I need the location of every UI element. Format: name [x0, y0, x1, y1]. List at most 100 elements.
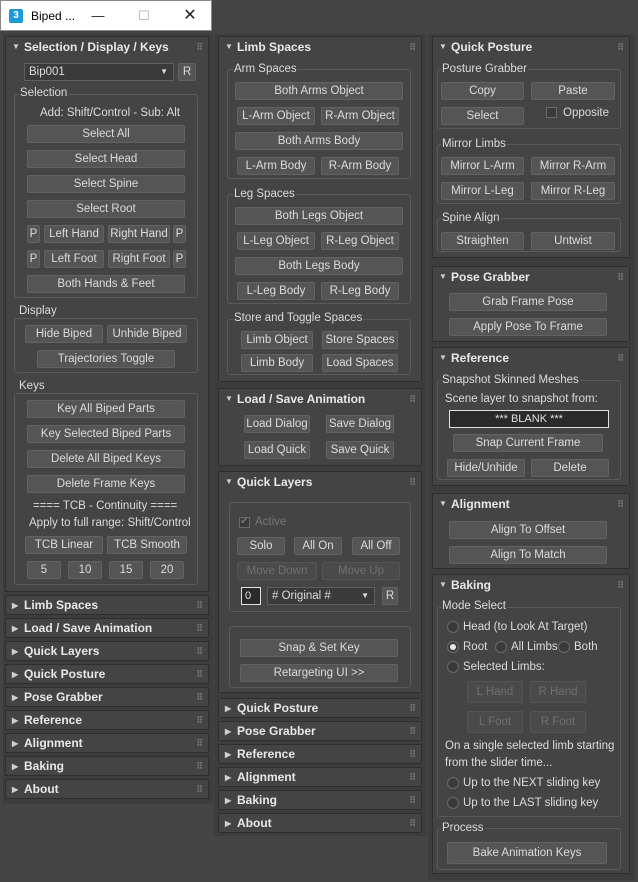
tcb-5-button[interactable]: 5: [27, 561, 61, 579]
move-up-button[interactable]: Move Up: [322, 562, 400, 580]
bake-animation-keys-button[interactable]: Bake Animation Keys: [447, 842, 607, 864]
grip-icon[interactable]: ⠿: [617, 575, 624, 595]
grip-icon[interactable]: ⠿: [617, 348, 624, 368]
mirror-r-arm-button[interactable]: Mirror R-Arm: [531, 157, 615, 175]
right-hand-p-button[interactable]: P: [173, 225, 186, 243]
align-to-offset-button[interactable]: Align To Offset: [449, 521, 607, 539]
grip-icon[interactable]: ⠿: [409, 791, 416, 810]
panel-header[interactable]: ▼ Alignment ⠿: [433, 494, 629, 514]
panel-header[interactable]: ▼ Quick Layers ⠿: [219, 472, 421, 492]
rollup-pose-grabber[interactable]: ▶ Pose Grabber ⠿: [5, 687, 209, 707]
panel-header[interactable]: ▼ Baking ⠿: [433, 575, 629, 595]
save-quick-button[interactable]: Save Quick: [326, 441, 394, 459]
layer-refresh-r-button[interactable]: R: [382, 587, 398, 605]
rollup-reference[interactable]: ▶ Reference ⠿: [5, 710, 209, 730]
grip-icon[interactable]: ⠿: [409, 472, 416, 492]
grip-icon[interactable]: ⠿: [196, 619, 203, 638]
all-limbs-radio[interactable]: [495, 641, 507, 653]
key-selected-biped-parts-button[interactable]: Key Selected Biped Parts: [27, 425, 185, 443]
store-spaces-button[interactable]: Store Spaces: [322, 331, 398, 349]
panel-header[interactable]: ▼ Reference ⠿: [433, 348, 629, 368]
rollup-quick-posture[interactable]: ▶ Quick Posture ⠿: [5, 664, 209, 684]
both-legs-body-button[interactable]: Both Legs Body: [235, 257, 403, 275]
grip-icon[interactable]: ⠿: [409, 699, 416, 718]
panel-header[interactable]: ▼ Limb Spaces ⠿: [219, 37, 421, 57]
refresh-r-button[interactable]: R: [178, 63, 196, 81]
grip-icon[interactable]: ⠿: [409, 768, 416, 787]
grip-icon[interactable]: ⠿: [409, 745, 416, 764]
right-foot-p-button[interactable]: P: [173, 250, 186, 268]
grab-frame-pose-button[interactable]: Grab Frame Pose: [449, 293, 607, 311]
tcb-linear-button[interactable]: TCB Linear: [25, 536, 103, 554]
straighten-button[interactable]: Straighten: [441, 232, 524, 250]
select-spine-button[interactable]: Select Spine: [27, 175, 185, 193]
panel-header[interactable]: ▼ Selection / Display / Keys ⠿: [6, 37, 208, 57]
maximize-icon[interactable]: ☐: [133, 6, 155, 26]
grip-icon[interactable]: ⠿: [409, 389, 416, 409]
grip-icon[interactable]: ⠿: [196, 665, 203, 684]
panel-header[interactable]: ▼ Load / Save Animation ⠿: [219, 389, 421, 409]
opposite-checkbox[interactable]: [546, 107, 557, 118]
load-quick-button[interactable]: Load Quick: [244, 441, 310, 459]
grip-icon[interactable]: ⠿: [196, 780, 203, 799]
r-foot-button[interactable]: R Foot: [530, 711, 586, 733]
grip-icon[interactable]: ⠿: [409, 722, 416, 741]
delete-all-biped-keys-button[interactable]: Delete All Biped Keys: [27, 450, 185, 468]
grip-icon[interactable]: ⠿: [196, 642, 203, 661]
r-arm-body-button[interactable]: R-Arm Body: [321, 157, 399, 175]
copy-button[interactable]: Copy: [441, 82, 524, 100]
hide-unhide-button[interactable]: Hide/Unhide: [447, 459, 525, 477]
untwist-button[interactable]: Untwist: [531, 232, 615, 250]
rollup-alignment[interactable]: ▶ Alignment ⠿: [5, 733, 209, 753]
mirror-l-arm-button[interactable]: Mirror L-Arm: [441, 157, 524, 175]
up-to-last-radio[interactable]: [447, 797, 459, 809]
up-to-next-radio[interactable]: [447, 777, 459, 789]
load-dialog-button[interactable]: Load Dialog: [244, 415, 310, 433]
rollup-about-2[interactable]: ▶ About ⠿: [218, 813, 422, 833]
align-to-match-button[interactable]: Align To Match: [449, 546, 607, 564]
delete-snapshot-button[interactable]: Delete: [531, 459, 609, 477]
delete-frame-keys-button[interactable]: Delete Frame Keys: [27, 475, 185, 493]
rollup-limb-spaces[interactable]: ▶ Limb Spaces ⠿: [5, 595, 209, 615]
minimize-icon[interactable]: —: [87, 6, 109, 26]
rollup-load-save-animation[interactable]: ▶ Load / Save Animation ⠿: [5, 618, 209, 638]
key-all-biped-parts-button[interactable]: Key All Biped Parts: [27, 400, 185, 418]
all-on-button[interactable]: All On: [294, 537, 342, 555]
limb-object-button[interactable]: Limb Object: [241, 331, 313, 349]
rollup-quick-layers[interactable]: ▶ Quick Layers ⠿: [5, 641, 209, 661]
apply-pose-to-frame-button[interactable]: Apply Pose To Frame: [449, 318, 607, 336]
rollup-quick-posture-2[interactable]: ▶ Quick Posture ⠿: [218, 698, 422, 718]
rollup-pose-grabber-2[interactable]: ▶ Pose Grabber ⠿: [218, 721, 422, 741]
rollup-reference-2[interactable]: ▶ Reference ⠿: [218, 744, 422, 764]
left-foot-p-button[interactable]: P: [27, 250, 40, 268]
mirror-l-leg-button[interactable]: Mirror L-Leg: [441, 182, 524, 200]
r-arm-object-button[interactable]: R-Arm Object: [321, 107, 399, 125]
root-radio[interactable]: [447, 641, 459, 653]
selected-limbs-radio[interactable]: [447, 661, 459, 673]
grip-icon[interactable]: ⠿: [617, 37, 624, 57]
grip-icon[interactable]: ⠿: [196, 734, 203, 753]
snap-set-key-button[interactable]: Snap & Set Key: [240, 639, 398, 657]
right-foot-button[interactable]: Right Foot: [108, 250, 170, 268]
left-hand-p-button[interactable]: P: [27, 225, 40, 243]
both-arms-body-button[interactable]: Both Arms Body: [235, 132, 403, 150]
tcb-15-button[interactable]: 15: [109, 561, 143, 579]
l-arm-body-button[interactable]: L-Arm Body: [237, 157, 315, 175]
select-posture-button[interactable]: Select: [441, 107, 524, 125]
tcb-smooth-button[interactable]: TCB Smooth: [107, 536, 187, 554]
rollup-baking-2[interactable]: ▶ Baking ⠿: [218, 790, 422, 810]
both-radio[interactable]: [558, 641, 570, 653]
unhide-biped-button[interactable]: Unhide Biped: [107, 325, 187, 343]
limb-body-button[interactable]: Limb Body: [241, 354, 313, 372]
grip-icon[interactable]: ⠿: [617, 267, 624, 287]
mirror-r-leg-button[interactable]: Mirror R-Leg: [531, 182, 615, 200]
r-leg-object-button[interactable]: R-Leg Object: [321, 232, 399, 250]
r-hand-button[interactable]: R Hand: [530, 681, 586, 703]
select-root-button[interactable]: Select Root: [27, 200, 185, 218]
layer-index-field[interactable]: 0: [241, 587, 261, 605]
both-legs-object-button[interactable]: Both Legs Object: [235, 207, 403, 225]
panel-header[interactable]: ▼ Pose Grabber ⠿: [433, 267, 629, 287]
active-checkbox[interactable]: ✔: [239, 516, 250, 528]
panel-header[interactable]: ▼ Quick Posture ⠿: [433, 37, 629, 57]
l-leg-object-button[interactable]: L-Leg Object: [237, 232, 315, 250]
